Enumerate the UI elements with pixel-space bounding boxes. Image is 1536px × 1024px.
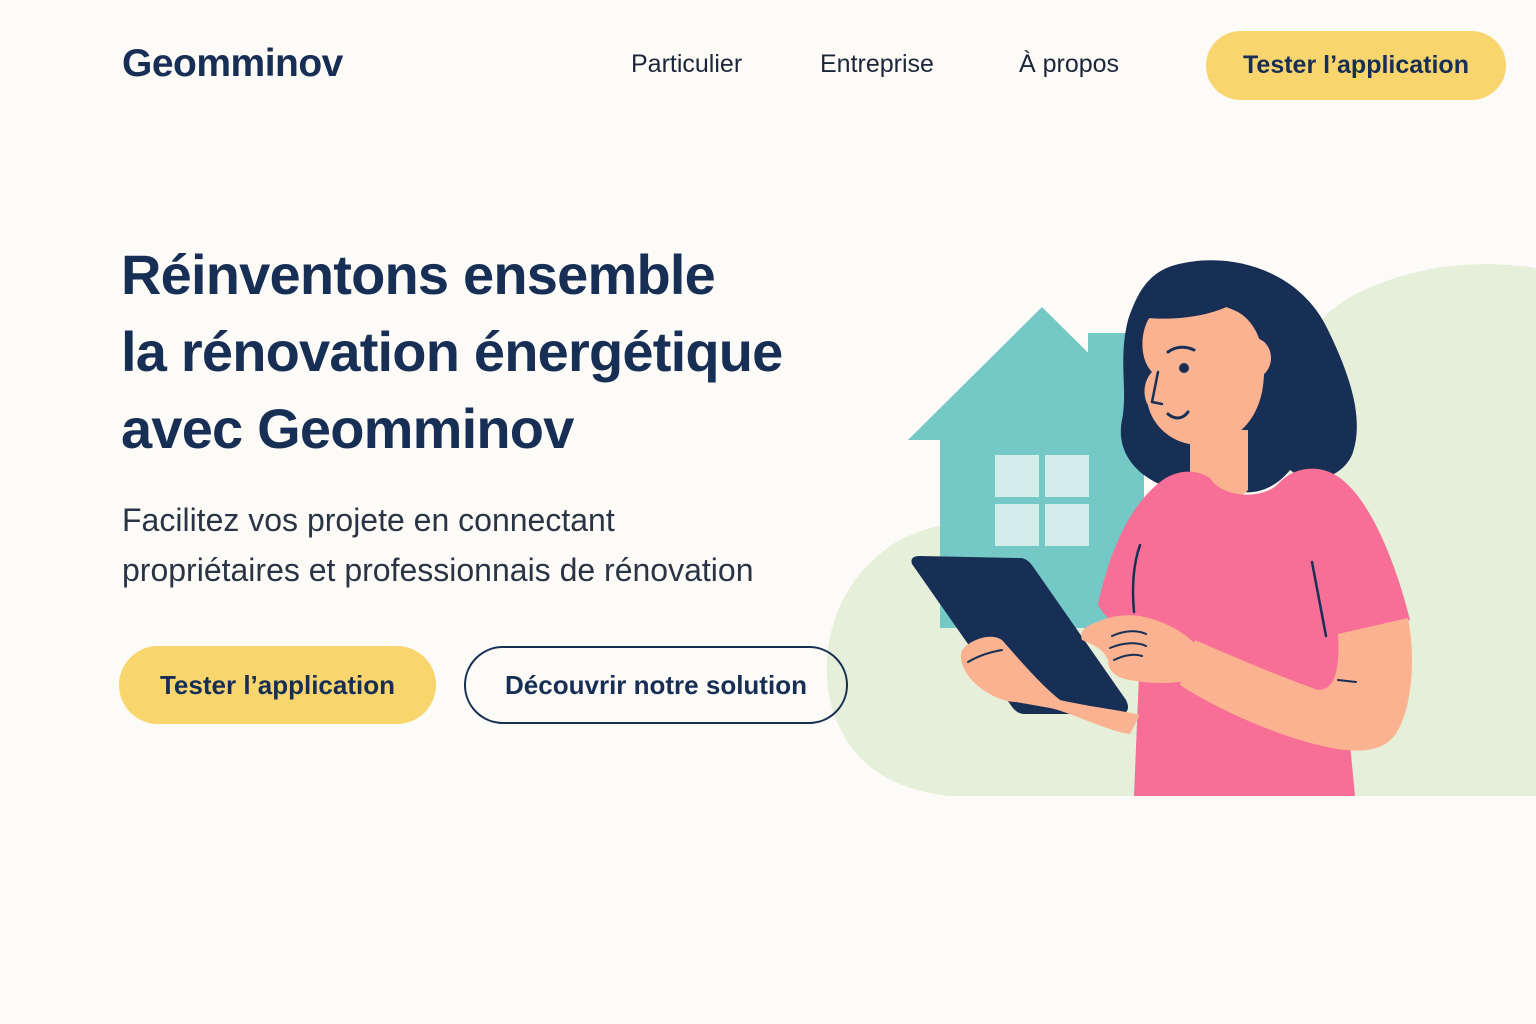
hero-title-line: Réinventons ensemble (121, 243, 716, 306)
nav-link-a-propos[interactable]: À propos (1019, 50, 1119, 79)
landing-page: Geomminov Particulier Entreprise À propo… (0, 0, 1536, 1024)
hero-subtitle: Facilitez vos projete en connectant prop… (122, 495, 753, 595)
nav-link-entreprise[interactable]: Entreprise (820, 50, 934, 79)
hero-subtitle-line: propriétaires et professionnais de rénov… (122, 552, 754, 588)
header-try-app-button[interactable]: Tester l’application (1206, 31, 1506, 100)
hero-try-app-button[interactable]: Tester l’application (119, 646, 436, 724)
discover-solution-button[interactable]: Découvrir notre solution (464, 646, 848, 724)
logo[interactable]: Geomminov (122, 42, 343, 86)
nav-link-particulier[interactable]: Particulier (631, 50, 742, 79)
hero-subtitle-line: Facilitez vos projete en connectant (122, 502, 615, 538)
hero-title: Réinventons ensemble la rénovation énerg… (121, 236, 783, 467)
hero-title-line: la rénovation énergétique (121, 320, 783, 383)
hero-title-line: avec Geomminov (121, 397, 574, 460)
